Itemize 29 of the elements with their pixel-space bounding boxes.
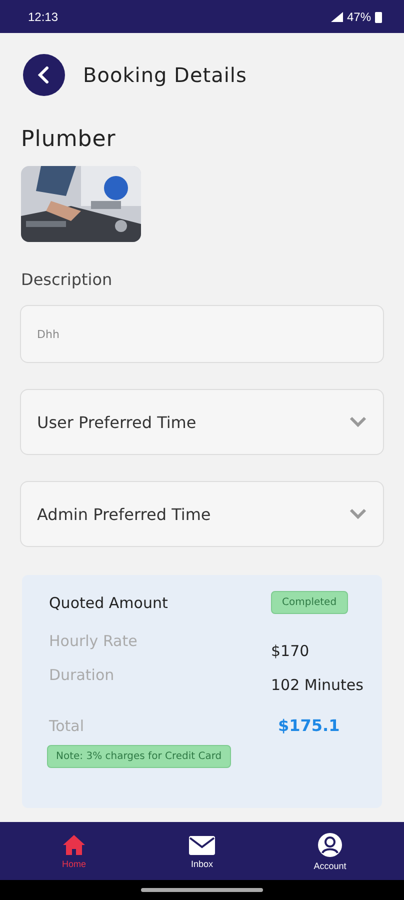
chevron-icon <box>349 416 367 428</box>
chevron-icon <box>349 508 367 520</box>
nav-tab[interactable]: Account <box>285 832 375 870</box>
signal-icon <box>330 12 343 22</box>
quote-title: Quoted Amount <box>49 594 169 612</box>
mail-icon <box>189 834 215 856</box>
nav-tab[interactable]: Home <box>29 834 119 868</box>
home-icon <box>62 834 86 856</box>
description-label: Description <box>21 270 114 289</box>
time-dropdown[interactable]: Admin Preferred Time <box>20 481 384 547</box>
credit-card-note: Note: 3% charges for Credit Card <box>47 745 231 768</box>
back-button[interactable] <box>23 54 65 96</box>
back-icon <box>37 66 51 84</box>
nav-tab[interactable]: Inbox <box>157 834 247 868</box>
description-field[interactable]: Dhh <box>20 305 384 363</box>
time-dropdown[interactable]: User Preferred Time <box>20 389 384 455</box>
rate-value: 102 Minutes <box>271 676 364 694</box>
total-value: $175.1 <box>278 716 341 735</box>
service-title: Plumber <box>21 127 117 152</box>
account-icon <box>317 832 343 858</box>
battery-icon <box>375 10 382 22</box>
status-badge: Completed <box>271 591 348 614</box>
page-title: Booking Details <box>83 63 247 87</box>
battery-level: 47% <box>346 10 371 24</box>
total-label: Total <box>49 716 86 734</box>
rate-value: $170 <box>271 642 310 660</box>
rate-label: Hourly Rate <box>49 632 138 650</box>
rate-label: Duration <box>49 666 116 684</box>
status-time: 12:13 <box>28 10 60 24</box>
